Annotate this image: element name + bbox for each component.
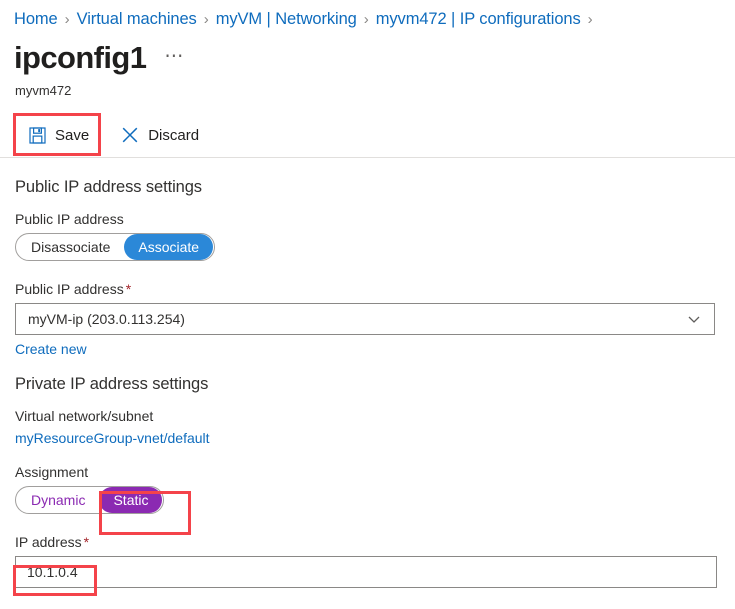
ip-address-label-text: IP address <box>15 534 82 550</box>
public-ip-toggle-label: Public IP address <box>15 211 124 227</box>
public-ip-section-heading: Public IP address settings <box>15 178 202 196</box>
breadcrumb-separator-icon: › <box>587 10 593 28</box>
breadcrumb-item-ip-configurations[interactable]: myvm472 | IP configurations <box>376 10 581 29</box>
page-subtitle: myvm472 <box>15 83 72 98</box>
private-ip-section-heading: Private IP address settings <box>15 375 209 393</box>
assignment-toggle[interactable]: Dynamic Static <box>15 486 165 514</box>
command-bar: Save Discard <box>0 113 735 157</box>
breadcrumb-item-home[interactable]: Home <box>14 10 58 29</box>
chevron-down-icon <box>686 311 702 327</box>
create-new-public-ip-link[interactable]: Create new <box>15 341 720 357</box>
discard-button-label: Discard <box>148 126 200 144</box>
more-options-icon[interactable]: ⋯ <box>164 47 184 66</box>
public-ip-dropdown-label: Public IP address * <box>15 281 720 297</box>
toggle-option-disassociate[interactable]: Disassociate <box>17 234 124 260</box>
public-ip-dropdown-value: myVM-ip (203.0.113.254) <box>28 311 185 327</box>
breadcrumb-separator-icon: › <box>203 10 209 28</box>
save-button[interactable]: Save <box>19 114 99 156</box>
breadcrumb-separator-icon: › <box>64 10 70 28</box>
ip-address-label: IP address * <box>15 534 720 550</box>
ip-address-input[interactable] <box>15 556 717 588</box>
required-asterisk: * <box>125 281 132 297</box>
vnet-subnet-link[interactable]: myResourceGroup-vnet/default <box>15 430 720 446</box>
breadcrumb: Home › Virtual machines › myVM | Network… <box>14 7 600 31</box>
public-ip-dropdown-label-text: Public IP address <box>15 281 124 297</box>
public-ip-dropdown[interactable]: myVM-ip (203.0.113.254) <box>15 303 715 335</box>
breadcrumb-item-virtual-machines[interactable]: Virtual machines <box>77 10 197 29</box>
page-header: ipconfig1 ⋯ <box>14 40 184 76</box>
save-button-label: Save <box>55 126 90 144</box>
form-content: Public IP address settings Public IP add… <box>15 178 720 588</box>
breadcrumb-item-myvm-networking[interactable]: myVM | Networking <box>216 10 357 29</box>
save-floppy-icon <box>29 126 46 144</box>
assignment-label: Assignment <box>15 464 89 480</box>
toggle-option-dynamic[interactable]: Dynamic <box>17 487 99 513</box>
required-asterisk: * <box>83 534 90 550</box>
discard-button[interactable]: Discard <box>111 114 209 156</box>
public-ip-association-toggle[interactable]: Disassociate Associate <box>15 233 216 261</box>
vnet-subnet-label: Virtual network/subnet <box>15 408 154 424</box>
toolbar-divider <box>0 157 735 158</box>
page-title: ipconfig1 <box>14 40 147 75</box>
close-x-icon <box>121 126 139 144</box>
toggle-option-associate[interactable]: Associate <box>124 234 214 260</box>
toggle-option-static[interactable]: Static <box>99 487 163 513</box>
breadcrumb-separator-icon: › <box>363 10 369 28</box>
